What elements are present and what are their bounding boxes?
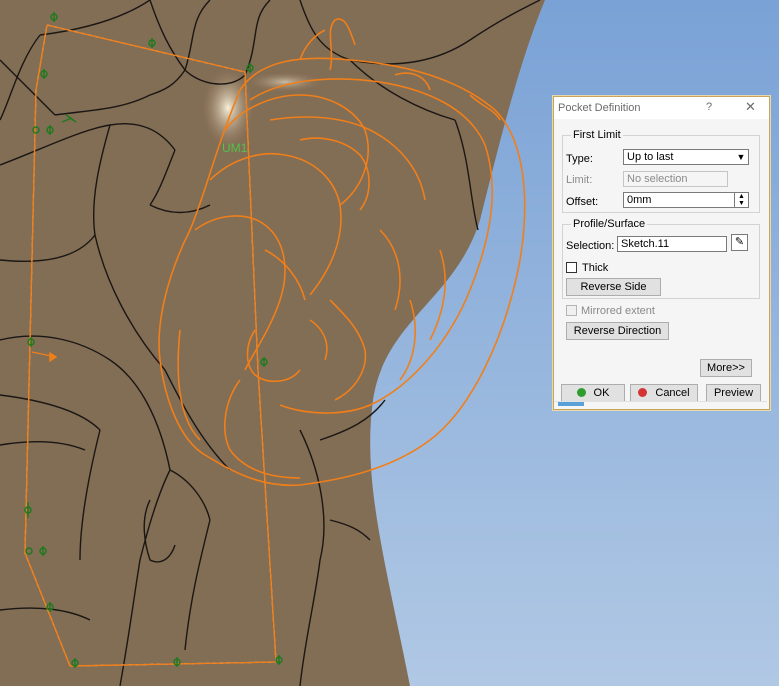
offset-spinner[interactable]: ▲ ▼: [734, 193, 748, 207]
offset-value: 0mm: [627, 194, 652, 206]
limit-field[interactable]: No selection: [623, 171, 728, 187]
type-combobox[interactable]: Up to last ▼: [623, 149, 749, 165]
thick-checkbox[interactable]: [566, 262, 577, 273]
dialog-title: Pocket Definition: [558, 102, 641, 114]
ok-label: OK: [593, 387, 610, 399]
resize-grip[interactable]: [558, 402, 584, 406]
sketch-edit-icon[interactable]: ✎: [731, 234, 748, 251]
profile-surface-legend: Profile/Surface: [571, 218, 648, 230]
pocket-definition-dialog: Pocket Definition ? ✕ First Limit Type: …: [553, 96, 770, 410]
mirrored-extent-label: Mirrored extent: [581, 305, 655, 317]
specular-highlight-2: [247, 72, 323, 92]
annotation-label: UM1: [222, 141, 248, 155]
limit-label: Limit:: [566, 174, 593, 186]
chevron-down-icon[interactable]: ▼: [734, 150, 748, 164]
offset-label: Offset:: [566, 196, 599, 208]
ok-button[interactable]: OK: [561, 384, 625, 402]
spin-up-icon[interactable]: ▲: [735, 193, 748, 200]
limit-value: No selection: [627, 173, 688, 185]
type-value: Up to last: [627, 151, 674, 163]
close-icon[interactable]: ✕: [745, 99, 756, 115]
selection-field[interactable]: Sketch.11: [617, 236, 727, 252]
help-button[interactable]: ?: [706, 101, 712, 113]
cancel-icon: [638, 388, 648, 397]
dialog-footer: [554, 401, 767, 408]
first-limit-legend: First Limit: [571, 129, 623, 141]
thick-label: Thick: [582, 262, 609, 274]
selection-value: Sketch.11: [621, 238, 670, 250]
ok-icon: [576, 388, 586, 397]
preview-button[interactable]: Preview: [706, 384, 761, 402]
more-button[interactable]: More>>: [700, 359, 752, 377]
mirrored-extent-checkbox[interactable]: [566, 305, 577, 316]
selection-label: Selection:: [566, 240, 615, 252]
reverse-side-button[interactable]: Reverse Side: [566, 278, 661, 296]
dialog-titlebar[interactable]: Pocket Definition ? ✕: [554, 97, 769, 119]
cancel-label: Cancel: [655, 387, 690, 399]
cancel-button[interactable]: Cancel: [630, 384, 698, 402]
reverse-direction-button[interactable]: Reverse Direction: [566, 322, 669, 340]
offset-field[interactable]: 0mm ▲ ▼: [623, 192, 749, 208]
spin-down-icon[interactable]: ▼: [735, 200, 748, 207]
type-label: Type:: [566, 153, 593, 165]
